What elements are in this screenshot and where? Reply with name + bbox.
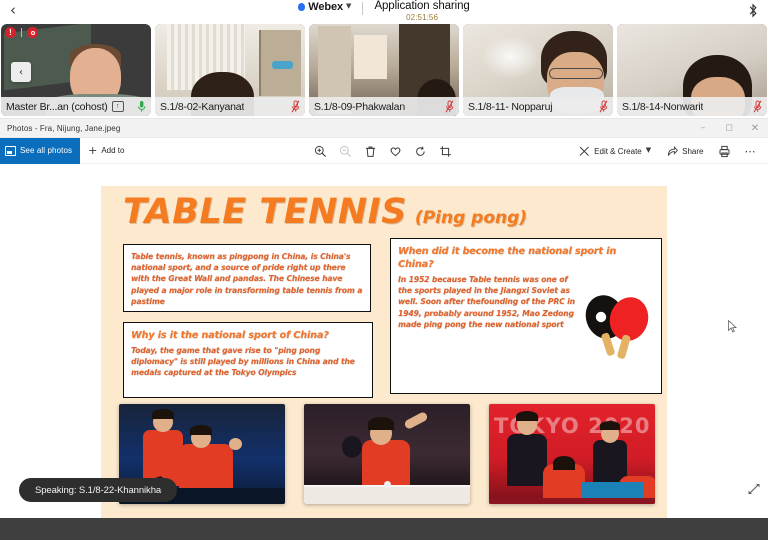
sharing-status-block: Application sharing 02:51:56 bbox=[374, 0, 469, 22]
application-sharing-label: Application sharing bbox=[374, 0, 470, 12]
webex-logo-icon bbox=[298, 3, 306, 11]
more-options-icon[interactable]: ⋯ bbox=[737, 145, 765, 158]
photos-right-tools: Edit & Create ▼ Share ⋯ bbox=[571, 138, 764, 164]
participant-namebar: S.1/8-02-Kanyanat bbox=[155, 97, 305, 116]
when-heading: When did it become the national sport in… bbox=[398, 246, 617, 270]
participant-name: S.1/8-09-Phakwalan bbox=[314, 100, 405, 113]
delete-icon[interactable] bbox=[358, 138, 383, 164]
webex-top-bar: ‹ Webex ▼ Application sharing 02:51:56 bbox=[0, 0, 768, 22]
window-title: Photos - Fra, Nijung, Jane.jpeg bbox=[7, 123, 121, 133]
poster-title-main: TABLE TENNIS bbox=[123, 192, 407, 232]
participant-tile-0[interactable]: ! ‹ Master Br...an (cohost) ↑ bbox=[1, 24, 151, 116]
why-heading: Why is it the national sport of China? bbox=[131, 330, 329, 341]
share-label: Share bbox=[682, 146, 704, 156]
mic-muted-icon bbox=[753, 100, 762, 113]
webex-brand-label: Webex bbox=[308, 1, 344, 13]
speaking-indicator: Speaking: S.1/8-22-Khannikha bbox=[19, 478, 178, 502]
poster-photo-2: TOKYO 2020 bbox=[489, 404, 655, 504]
chevron-down-icon: ▼ bbox=[645, 146, 652, 154]
header-divider bbox=[362, 2, 364, 15]
ping-pong-paddles-icon bbox=[585, 295, 649, 359]
see-all-photos-button[interactable]: See all photos bbox=[0, 137, 81, 164]
poster-text-box-why: Why is it the national sport of China? T… bbox=[123, 322, 373, 398]
participant-name: S.1/8-11- Nopparuj bbox=[468, 100, 553, 113]
webex-header-center: Webex ▼ Application sharing 02:51:56 bbox=[298, 0, 470, 22]
why-body: Today, the game that gave rise to "ping … bbox=[131, 346, 355, 378]
filmstrip-prev-button[interactable]: ‹ bbox=[11, 62, 31, 82]
tile-status-badges: ! bbox=[5, 27, 38, 38]
maximize-icon[interactable]: ◻ bbox=[716, 119, 742, 138]
intro-body: Table tennis, known as pingpong in China… bbox=[131, 252, 363, 306]
zoom-out-icon bbox=[333, 138, 358, 164]
poster-image: TABLE TENNIS (Ping pong) Table tennis, k… bbox=[101, 186, 667, 518]
meeting-timer: 02:51:56 bbox=[406, 13, 439, 22]
participant-tile-1[interactable]: S.1/8-02-Kanyanat bbox=[155, 24, 305, 116]
zoom-in-icon[interactable] bbox=[308, 138, 333, 164]
webex-brand[interactable]: Webex ▼ bbox=[298, 0, 351, 13]
photos-toolbar: See all photos + Add to Edit & Create ▼ … bbox=[0, 137, 768, 164]
share-icon bbox=[668, 145, 679, 156]
participant-namebar: S.1/8-09-Phakwalan bbox=[309, 97, 459, 116]
chevron-down-icon[interactable]: ▼ bbox=[346, 2, 351, 12]
poster-title-sub: (Ping pong) bbox=[414, 208, 528, 228]
edit-create-label: Edit & Create bbox=[594, 146, 642, 156]
see-all-photos-label: See all photos bbox=[20, 146, 73, 155]
present-icon: ↑ bbox=[111, 101, 124, 112]
mic-muted-icon bbox=[291, 100, 300, 113]
participant-tile-4[interactable]: S.1/8-14-Nonwarit bbox=[617, 24, 767, 116]
back-chevron-icon[interactable]: ‹ bbox=[10, 2, 16, 18]
mic-muted-icon bbox=[445, 100, 454, 113]
add-to-label: Add to bbox=[101, 146, 125, 155]
poster-title: TABLE TENNIS (Ping pong) bbox=[123, 192, 527, 232]
edit-create-icon bbox=[579, 146, 590, 156]
photos-app-window: Photos - Fra, Nijung, Jane.jpeg – ◻ ✕ Se… bbox=[0, 118, 768, 518]
crop-icon[interactable] bbox=[433, 138, 458, 164]
plus-icon: + bbox=[88, 143, 98, 157]
participant-name: S.1/8-02-Kanyanat bbox=[160, 100, 245, 113]
participant-tile-2[interactable]: S.1/8-09-Phakwalan bbox=[309, 24, 459, 116]
rotate-icon[interactable] bbox=[408, 138, 433, 164]
when-body: In 1952 because Table tennis was one of … bbox=[398, 275, 575, 329]
poster-photo-row: TOKYO 2020 bbox=[119, 404, 655, 504]
mic-on-icon bbox=[138, 101, 146, 112]
print-icon[interactable] bbox=[712, 138, 737, 164]
photo-viewer-canvas[interactable]: TABLE TENNIS (Ping pong) Table tennis, k… bbox=[0, 164, 768, 518]
participant-namebar: S.1/8-11- Nopparuj bbox=[463, 97, 613, 116]
resize-handle-icon[interactable] bbox=[748, 482, 760, 494]
participant-tile-3[interactable]: S.1/8-11- Nopparuj bbox=[463, 24, 613, 116]
mic-muted-icon bbox=[599, 100, 608, 113]
photos-titlebar: Photos - Fra, Nijung, Jane.jpeg – ◻ ✕ bbox=[0, 119, 768, 138]
share-button[interactable]: Share bbox=[659, 138, 711, 164]
participant-namebar: S.1/8-14-Nonwarit bbox=[617, 97, 767, 116]
bottom-bar bbox=[0, 518, 768, 540]
edit-create-button[interactable]: Edit & Create ▼ bbox=[571, 138, 659, 164]
screen-root: ‹ Webex ▼ Application sharing 02:51:56 !… bbox=[0, 0, 768, 540]
cursor-arrow-icon bbox=[728, 320, 737, 333]
photos-center-tools bbox=[308, 138, 458, 164]
poster-text-box-when: When did it become the national sport in… bbox=[390, 238, 662, 394]
participant-name: Master Br...an (cohost) bbox=[6, 100, 108, 113]
record-icon bbox=[27, 27, 38, 38]
window-controls: – ◻ ✕ bbox=[690, 119, 768, 138]
participant-filmstrip: ! ‹ Master Br...an (cohost) ↑ S.1/8-02-K… bbox=[0, 22, 768, 118]
participant-name: S.1/8-14-Nonwarit bbox=[622, 100, 704, 113]
poster-text-box-intro: Table tennis, known as pingpong in China… bbox=[123, 244, 371, 312]
bluetooth-icon[interactable] bbox=[746, 3, 760, 18]
photos-collection-icon bbox=[5, 145, 16, 156]
close-icon[interactable]: ✕ bbox=[742, 119, 768, 138]
poster-photo-1 bbox=[304, 404, 470, 504]
add-to-button[interactable]: + Add to bbox=[80, 138, 132, 164]
favorite-icon[interactable] bbox=[383, 138, 408, 164]
minimize-icon[interactable]: – bbox=[690, 119, 716, 138]
participant-namebar: Master Br...an (cohost) ↑ bbox=[1, 97, 151, 116]
alert-badge: ! bbox=[5, 27, 16, 38]
